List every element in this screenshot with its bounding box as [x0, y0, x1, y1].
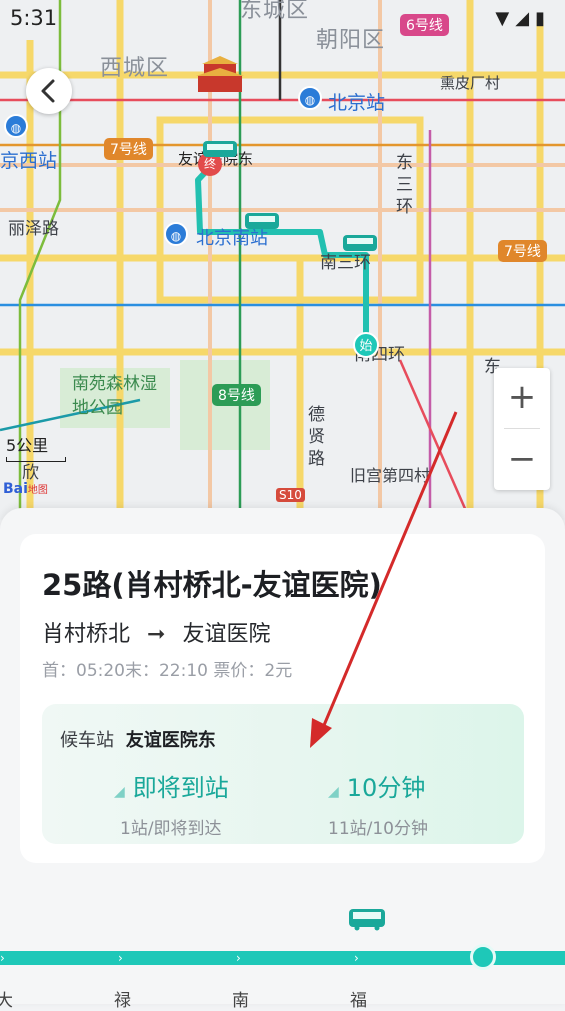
route-title: 25路(肖村桥北-友谊医院) — [42, 568, 382, 602]
chevron-right-icon: › — [118, 951, 123, 965]
chevron-left-icon — [41, 79, 55, 103]
road-dong-sanhuan: 东三环 — [396, 153, 413, 217]
status-icons: ▼◢▮ — [495, 8, 551, 29]
direction-from: 肖村桥北 — [42, 622, 131, 647]
chevron-right-icon: › — [236, 951, 241, 965]
service-times: 首：05:20末：22:10 票价：2元 — [42, 661, 293, 681]
arrival-status-1: ◢ 即将到站 — [114, 768, 229, 803]
arrival-status-1-text: 即将到站 — [132, 774, 229, 802]
scale-bar — [6, 457, 66, 462]
waiting-station-box[interactable]: 候车站 友谊医院东 ◢ 即将到站 1站/即将到达 ◢ 10分钟 11站/10分钟 — [42, 704, 524, 844]
place-jiugong: 旧宫第四村 — [350, 466, 431, 485]
zoom-divider — [504, 428, 540, 429]
route-info-card: 25路(肖村桥北-友谊医院) 肖村桥北 ➞ 友谊医院 首：05:20末：22:1… — [20, 534, 545, 863]
metro-line-7-badge: 7号线 — [104, 138, 153, 160]
chevron-right-icon: › — [354, 951, 359, 965]
direction-row: 肖村桥北 ➞ 友谊医院 — [42, 616, 270, 648]
direction-to: 友谊医院 — [182, 622, 271, 647]
arrival-status-2-text: 10分钟 — [346, 774, 426, 802]
waiting-label: 候车站 — [60, 730, 114, 751]
route-start-marker[interactable]: 始 — [353, 332, 379, 358]
waiting-label-row: 候车站 友谊医院东 — [60, 726, 216, 752]
stop-name[interactable]: 福 — [350, 986, 367, 1011]
direction-arrow-icon: ➞ — [147, 622, 166, 647]
station-beijing: 北京站 — [328, 92, 386, 114]
bus-icon — [245, 213, 279, 229]
timeline-bus-icon — [349, 909, 385, 931]
zoom-out-button[interactable]: − — [494, 430, 550, 490]
station-beijing-west: 京西站 — [0, 150, 58, 172]
arrival-detail-1: 1站/即将到达 — [120, 819, 222, 839]
arrival-status-2: ◢ 10分钟 — [328, 768, 425, 803]
arrival-detail-2: 11站/10分钟 — [328, 819, 428, 839]
metro-station-icon: ◍ — [298, 86, 322, 110]
zoom-control: + − — [494, 368, 550, 490]
status-bar: 5:31 ▼◢▮ — [0, 0, 565, 38]
chevron-right-icon: › — [0, 951, 5, 965]
stop-name[interactable]: 大 — [0, 986, 13, 1011]
metro-station-icon: ◍ — [4, 114, 28, 138]
map-view[interactable]: 西城区 东城区 朝阳区 6号线 7号线 7号线 8号线 ◍ 北京站 ◍ 京西站 … — [0, 0, 565, 520]
road-code-badge: S10 — [276, 488, 305, 502]
logo-text: Bai — [3, 481, 28, 497]
metro-line-8-badge: 8号线 — [212, 384, 261, 406]
signal-icon: ◢ — [114, 784, 125, 800]
metro-line-7-badge-east: 7号线 — [498, 240, 547, 262]
stop-name[interactable]: 南 — [232, 986, 249, 1011]
signal-icon: ◢ — [328, 784, 339, 800]
route-detail-sheet[interactable]: 25路(肖村桥北-友谊医院) 肖村桥北 ➞ 友谊医院 首：05:20末：22:1… — [0, 508, 565, 1011]
tiananmen-icon — [196, 56, 244, 92]
park-nanyuan: 南苑森林湿地公园 — [72, 374, 157, 418]
map-logo: Bai地图 — [3, 481, 48, 497]
district-xicheng: 西城区 — [100, 56, 170, 81]
logo-small-text: 地图 — [27, 485, 48, 496]
map-scale: 5公里 — [6, 432, 66, 462]
status-time: 5:31 — [10, 6, 58, 30]
zoom-in-button[interactable]: + — [494, 368, 550, 428]
place-xunpi: 熏皮厂村 — [440, 74, 501, 92]
bus-icon — [343, 235, 377, 251]
current-stop-pin-icon — [470, 944, 496, 970]
scale-label: 5公里 — [6, 436, 49, 455]
back-button[interactable] — [26, 68, 72, 114]
road-dexian: 德贤路 — [308, 405, 325, 469]
stop-name[interactable]: 禄 — [114, 986, 131, 1011]
waiting-station: 友谊医院东 — [125, 730, 216, 751]
road-lize: 丽泽路 — [8, 219, 59, 239]
bus-icon — [203, 141, 237, 157]
metro-station-icon: ◍ — [164, 222, 188, 246]
